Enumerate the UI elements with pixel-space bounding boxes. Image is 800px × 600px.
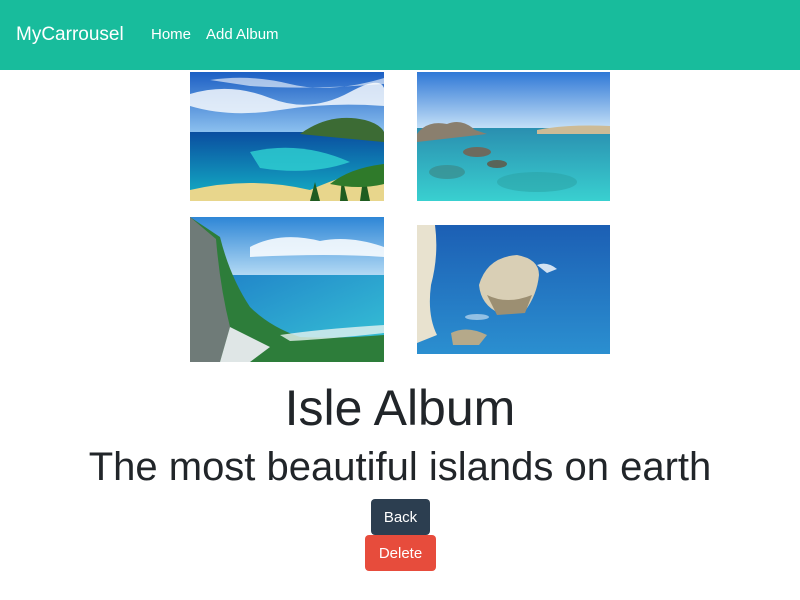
brand-link[interactable]: MyCarrousel bbox=[16, 22, 124, 48]
album-photo-coastal-cliff[interactable] bbox=[190, 217, 384, 362]
nav-home-link[interactable]: Home bbox=[151, 25, 191, 45]
delete-button[interactable]: Delete bbox=[365, 535, 436, 571]
album-title: Isle Album bbox=[284, 380, 516, 436]
album-photo-sea-stack[interactable] bbox=[417, 225, 610, 354]
back-button[interactable]: Back bbox=[371, 499, 430, 535]
navbar: MyCarrousel Home Add Album bbox=[0, 0, 800, 70]
album-photo-tropical-bay[interactable] bbox=[190, 72, 384, 201]
nav-add-album-link[interactable]: Add Album bbox=[206, 25, 279, 45]
album-photo-rocky-lagoon[interactable] bbox=[417, 72, 610, 201]
album-description: The most beautiful islands on earth bbox=[88, 445, 712, 489]
